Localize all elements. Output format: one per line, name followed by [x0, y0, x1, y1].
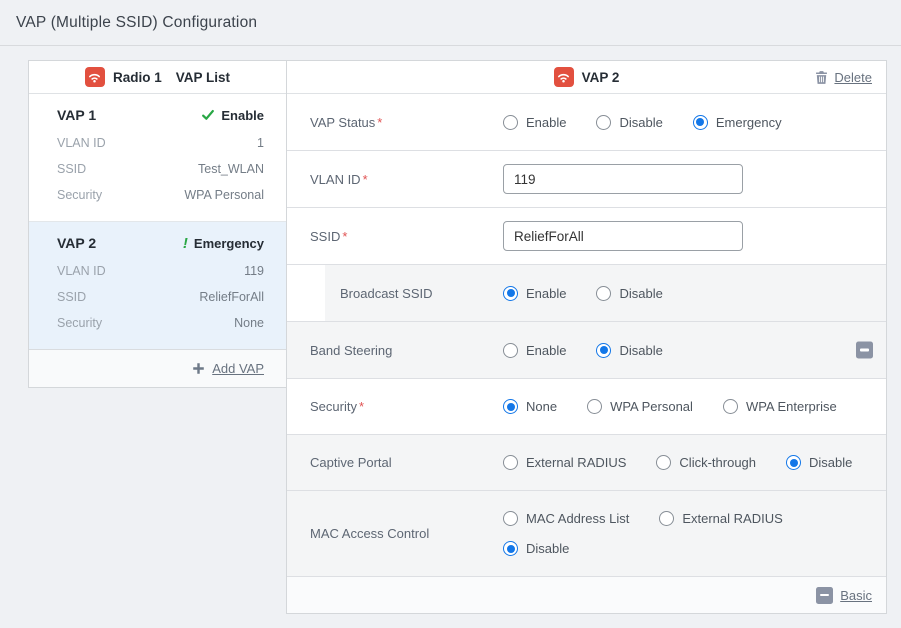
mac-access-control-label: MAC Access Control	[287, 526, 503, 541]
collapse-band-steering-button[interactable]	[856, 342, 873, 359]
radio-checked-icon	[503, 286, 518, 301]
ssid-input[interactable]	[503, 221, 743, 251]
radio-icon	[503, 343, 518, 358]
security-option-wpa-enterprise[interactable]: WPA Enterprise	[723, 399, 837, 414]
vap-list-title: VAP List	[176, 70, 230, 85]
mac-option-disable[interactable]: Disable	[503, 541, 569, 556]
radio-checked-icon	[503, 399, 518, 414]
vap-status-row: VAP Status Enable Disable Emergency	[287, 94, 886, 151]
vap-status-label: VAP Status	[287, 115, 503, 130]
security-option-none[interactable]: None	[503, 399, 557, 414]
vap-list-item-vap2[interactable]: VAP 2 ! Emergency VLAN ID 119 SSID Relie…	[29, 221, 286, 349]
collapse-basic-button[interactable]	[816, 587, 833, 604]
add-vap-row: Add VAP	[29, 349, 286, 387]
radio-checked-icon	[693, 115, 708, 130]
security-label: Security	[287, 399, 503, 414]
basic-toggle-link[interactable]: Basic	[840, 588, 872, 603]
vap1-security-row: Security WPA Personal	[57, 182, 264, 208]
band-steering-row: Band Steering Enable Disable	[287, 322, 886, 379]
vap-editor-panel: VAP 2 Delete VAP Status Enable Disable	[286, 60, 887, 614]
band-steering-label: Band Steering	[287, 343, 503, 358]
security-row: Security None WPA Personal WPA Enterpris…	[287, 379, 886, 435]
vlan-id-label: VLAN ID	[287, 172, 503, 187]
wifi-icon	[85, 67, 105, 87]
plus-icon	[192, 362, 205, 375]
radio-icon	[596, 115, 611, 130]
emergency-exclamation-icon: !	[183, 236, 188, 251]
check-icon	[201, 108, 215, 122]
page-header: VAP (Multiple SSID) Configuration	[0, 0, 901, 46]
vlan-id-input[interactable]	[503, 164, 743, 194]
wifi-icon	[554, 67, 574, 87]
radio-icon	[587, 399, 602, 414]
vap1-name: VAP 1	[57, 107, 96, 123]
add-vap-button[interactable]: Add VAP	[212, 361, 264, 376]
security-option-wpa-personal[interactable]: WPA Personal	[587, 399, 693, 414]
broadcast-ssid-option-disable[interactable]: Disable	[596, 286, 662, 301]
ssid-row: SSID	[287, 208, 886, 265]
ssid-label: SSID	[287, 229, 503, 244]
vap-status-option-emergency[interactable]: Emergency	[693, 115, 782, 130]
trash-icon	[814, 70, 829, 85]
radio-checked-icon	[786, 455, 801, 470]
vap-list-item-vap1[interactable]: VAP 1 Enable VLAN ID 1 SSID Test_WLAN Se…	[29, 94, 286, 221]
vap-status-option-disable[interactable]: Disable	[596, 115, 662, 130]
vap-list-header: Radio 1 VAP List	[29, 61, 286, 94]
vap2-vlan-row: VLAN ID 119	[57, 258, 264, 284]
vap2-status-badge: ! Emergency	[183, 236, 264, 251]
editor-title: VAP 2	[582, 70, 620, 85]
vap1-status-badge: Enable	[201, 108, 264, 123]
page-title: VAP (Multiple SSID) Configuration	[16, 14, 885, 32]
captive-portal-row: Captive Portal External RADIUS Click-thr…	[287, 435, 886, 491]
broadcast-ssid-option-enable[interactable]: Enable	[503, 286, 566, 301]
vap1-vlan-row: VLAN ID 1	[57, 130, 264, 156]
delete-vap-button[interactable]: Delete	[814, 61, 872, 93]
captive-portal-option-external-radius[interactable]: External RADIUS	[503, 455, 626, 470]
vap2-security-row: Security None	[57, 310, 264, 336]
radio-checked-icon	[503, 541, 518, 556]
editor-footer: Basic	[287, 577, 886, 613]
radio-icon	[723, 399, 738, 414]
mac-access-control-row: MAC Access Control MAC Address List Exte…	[287, 491, 886, 577]
radio-icon	[503, 511, 518, 526]
vap-configuration-main: Radio 1 VAP List VAP 1 Enable VLAN ID 1 …	[28, 60, 888, 614]
vap2-ssid-row: SSID ReliefForAll	[57, 284, 264, 310]
radio-icon	[503, 115, 518, 130]
mac-option-external-radius[interactable]: External RADIUS	[659, 511, 782, 526]
radio-icon	[596, 286, 611, 301]
broadcast-ssid-row: Broadcast SSID Enable Disable	[287, 265, 886, 322]
vap1-ssid-row: SSID Test_WLAN	[57, 156, 264, 182]
vap-editor-header: VAP 2 Delete	[287, 61, 886, 94]
vap2-name: VAP 2	[57, 235, 96, 251]
captive-portal-option-click-through[interactable]: Click-through	[656, 455, 756, 470]
radio-icon	[656, 455, 671, 470]
mac-option-address-list[interactable]: MAC Address List	[503, 511, 629, 526]
captive-portal-option-disable[interactable]: Disable	[786, 455, 852, 470]
vlan-id-row: VLAN ID	[287, 151, 886, 208]
radio-icon	[503, 455, 518, 470]
band-steering-option-disable[interactable]: Disable	[596, 343, 662, 358]
radio-label: Radio 1	[113, 70, 162, 85]
radio-icon	[659, 511, 674, 526]
vap-status-option-enable[interactable]: Enable	[503, 115, 566, 130]
band-steering-option-enable[interactable]: Enable	[503, 343, 566, 358]
radio-checked-icon	[596, 343, 611, 358]
broadcast-ssid-label: Broadcast SSID	[325, 286, 503, 301]
vap-list-panel: Radio 1 VAP List VAP 1 Enable VLAN ID 1 …	[28, 60, 287, 388]
captive-portal-label: Captive Portal	[287, 455, 503, 470]
